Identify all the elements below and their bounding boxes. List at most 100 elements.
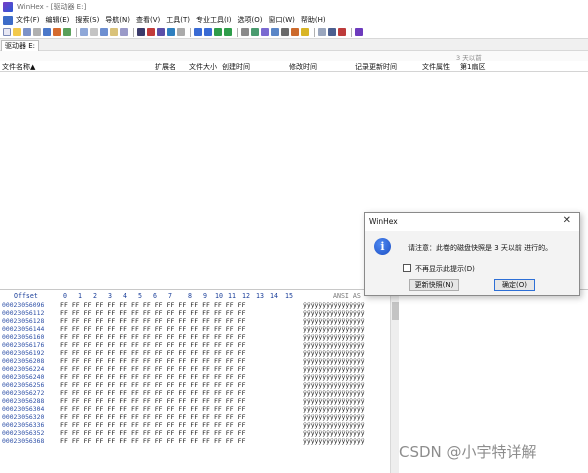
update-snapshot-button[interactable]: 更新快照(N)	[409, 279, 459, 291]
properties-icon[interactable]	[43, 28, 51, 36]
column-filename[interactable]: 文件名称▲	[2, 62, 35, 72]
hex-ascii: ÿÿÿÿÿÿÿÿÿÿÿÿÿÿÿÿ	[303, 301, 365, 309]
hex-ascii: ÿÿÿÿÿÿÿÿÿÿÿÿÿÿÿÿ	[303, 365, 365, 373]
hex-offset: 00023056368	[2, 437, 45, 445]
column-first-sector[interactable]: 第1扇区	[460, 62, 485, 72]
goto-sector-icon[interactable]	[204, 28, 212, 36]
column-size[interactable]: 文件大小	[189, 62, 217, 72]
hex-row[interactable]: 00023056352 FF FF FF FF FF FF FF FF FF FF…	[0, 429, 400, 437]
search-icon[interactable]	[281, 28, 289, 36]
menu-options[interactable]: 选项(O)	[238, 15, 263, 25]
hex-row[interactable]: 00023056304 FF FF FF FF FF FF FF FF FF FF…	[0, 405, 400, 413]
hex-col-header: 5	[138, 292, 142, 300]
hex-row[interactable]: 00023056224 FF FF FF FF FF FF FF FF FF FF…	[0, 365, 400, 373]
hex-ascii: ÿÿÿÿÿÿÿÿÿÿÿÿÿÿÿÿ	[303, 317, 365, 325]
goto-offset-icon[interactable]	[177, 28, 185, 36]
hex-scrollbar[interactable]	[390, 290, 399, 473]
hex-ascii: ÿÿÿÿÿÿÿÿÿÿÿÿÿÿÿÿ	[303, 309, 365, 317]
ascii-header: ANSI AS	[333, 292, 361, 300]
recover-icon[interactable]	[291, 28, 299, 36]
column-attributes[interactable]: 文件属性	[422, 62, 450, 72]
hex-row[interactable]: 00023056096 FF FF FF FF FF FF FF FF FF FF…	[0, 301, 400, 309]
hex-offset: 00023056208	[2, 357, 45, 365]
find-hex-icon[interactable]	[147, 28, 155, 36]
dont-show-again-label[interactable]: 不再显示此提示(D)	[415, 264, 475, 274]
arrow-forward-icon[interactable]	[224, 28, 232, 36]
hex-row[interactable]: 00023056288 FF FF FF FF FF FF FF FF FF FF…	[0, 397, 400, 405]
cut-icon[interactable]	[90, 28, 98, 36]
open-disk-icon[interactable]	[53, 28, 61, 36]
view-mode-icon[interactable]	[318, 28, 326, 36]
tab-drive-e[interactable]: 驱动器 E:	[1, 40, 40, 51]
hex-row[interactable]: 00023056192 FF FF FF FF FF FF FF FF FF FF…	[0, 349, 400, 357]
open-folder-icon[interactable]	[13, 28, 21, 36]
find-text-icon[interactable]	[137, 28, 145, 36]
replace-hex-icon[interactable]	[167, 28, 175, 36]
save-all-icon[interactable]	[63, 28, 71, 36]
menu-window[interactable]: 窗口(W)	[269, 15, 295, 25]
window-menu-icon[interactable]	[3, 15, 13, 25]
hex-col-header: 0	[63, 292, 67, 300]
hex-bytes: FF FF FF FF FF FF FF FF FF FF FF FF FF F…	[60, 397, 246, 405]
menu-view[interactable]: 查看(V)	[136, 15, 160, 25]
ok-button[interactable]: 确定(O)	[494, 279, 535, 291]
arrow-right-icon[interactable]	[194, 28, 202, 36]
hex-col-header: 9	[203, 292, 207, 300]
column-modified[interactable]: 修改时间	[289, 62, 317, 72]
menu-tools[interactable]: 工具(T)	[166, 15, 190, 25]
menu-edit[interactable]: 编辑(E)	[46, 15, 70, 25]
hex-row[interactable]: 00023056368 FF FF FF FF FF FF FF FF FF FF…	[0, 437, 400, 445]
replace-text-icon[interactable]	[157, 28, 165, 36]
hex-row[interactable]: 00023056336 FF FF FF FF FF FF FF FF FF FF…	[0, 421, 400, 429]
column-record-changed[interactable]: 记录更新时间	[355, 62, 397, 72]
hex-ascii: ÿÿÿÿÿÿÿÿÿÿÿÿÿÿÿÿ	[303, 341, 365, 349]
hex-bytes: FF FF FF FF FF FF FF FF FF FF FF FF FF F…	[60, 389, 246, 397]
new-file-icon[interactable]	[3, 28, 11, 36]
hex-row[interactable]: 00023056144 FF FF FF FF FF FF FF FF FF FF…	[0, 325, 400, 333]
menu-search[interactable]: 搜索(S)	[75, 15, 99, 25]
hex-bytes: FF FF FF FF FF FF FF FF FF FF FF FF FF F…	[60, 333, 246, 341]
hex-bytes: FF FF FF FF FF FF FF FF FF FF FF FF FF F…	[60, 373, 246, 381]
save-icon[interactable]	[23, 28, 31, 36]
hex-ascii: ÿÿÿÿÿÿÿÿÿÿÿÿÿÿÿÿ	[303, 333, 365, 341]
info-pane-icon[interactable]	[328, 28, 336, 36]
write-icon[interactable]	[120, 28, 128, 36]
hex-row[interactable]: 00023056176 FF FF FF FF FF FF FF FF FF FF…	[0, 341, 400, 349]
hex-row[interactable]: 00023056112 FF FF FF FF FF FF FF FF FF FF…	[0, 309, 400, 317]
hex-row[interactable]: 00023056272 FF FF FF FF FF FF FF FF FF FF…	[0, 389, 400, 397]
toolbar-separator	[190, 27, 191, 37]
column-extension[interactable]: 扩展名	[155, 62, 176, 72]
pin-icon[interactable]	[338, 28, 346, 36]
menu-navigate[interactable]: 导航(N)	[105, 15, 130, 25]
hex-col-header: 4	[123, 292, 127, 300]
toolbar-separator	[314, 27, 315, 37]
case-icon[interactable]	[355, 28, 363, 36]
paste-icon[interactable]	[110, 28, 118, 36]
hex-col-header: 8	[188, 292, 192, 300]
menu-help[interactable]: 帮助(H)	[301, 15, 326, 25]
hex-row[interactable]: 00023056160 FF FF FF FF FF FF FF FF FF FF…	[0, 333, 400, 341]
hex-col-header: 13	[256, 292, 264, 300]
column-created[interactable]: 创建时间	[222, 62, 250, 72]
hex-row[interactable]: 00023056320 FF FF FF FF FF FF FF FF FF FF…	[0, 413, 400, 421]
settings-icon[interactable]	[301, 28, 309, 36]
hex-bytes: FF FF FF FF FF FF FF FF FF FF FF FF FF F…	[60, 413, 246, 421]
copy-icon[interactable]	[100, 28, 108, 36]
hex-row[interactable]: 00023056240 FF FF FF FF FF FF FF FF FF FF…	[0, 373, 400, 381]
hex-row[interactable]: 00023056256 FF FF FF FF FF FF FF FF FF FF…	[0, 381, 400, 389]
hash-icon[interactable]	[271, 28, 279, 36]
menu-specialist-tools[interactable]: 专业工具(I)	[196, 15, 232, 25]
arrow-left-icon[interactable]	[214, 28, 222, 36]
dont-show-again-checkbox[interactable]	[403, 264, 411, 272]
hex-row[interactable]: 00023056208 FF FF FF FF FF FF FF FF FF FF…	[0, 357, 400, 365]
print-icon[interactable]	[33, 28, 41, 36]
scrollbar-thumb[interactable]	[392, 302, 399, 320]
undo-icon[interactable]	[80, 28, 88, 36]
hex-row[interactable]: 00023056128 FF FF FF FF FF FF FF FF FF FF…	[0, 317, 400, 325]
hex-bytes: FF FF FF FF FF FF FF FF FF FF FF FF FF F…	[60, 381, 246, 389]
ram-editor-icon[interactable]	[251, 28, 259, 36]
calculator-icon[interactable]	[261, 28, 269, 36]
disk-tools-icon[interactable]	[241, 28, 249, 36]
menu-file[interactable]: 文件(F)	[16, 15, 40, 25]
close-icon[interactable]: ✕	[563, 215, 571, 226]
